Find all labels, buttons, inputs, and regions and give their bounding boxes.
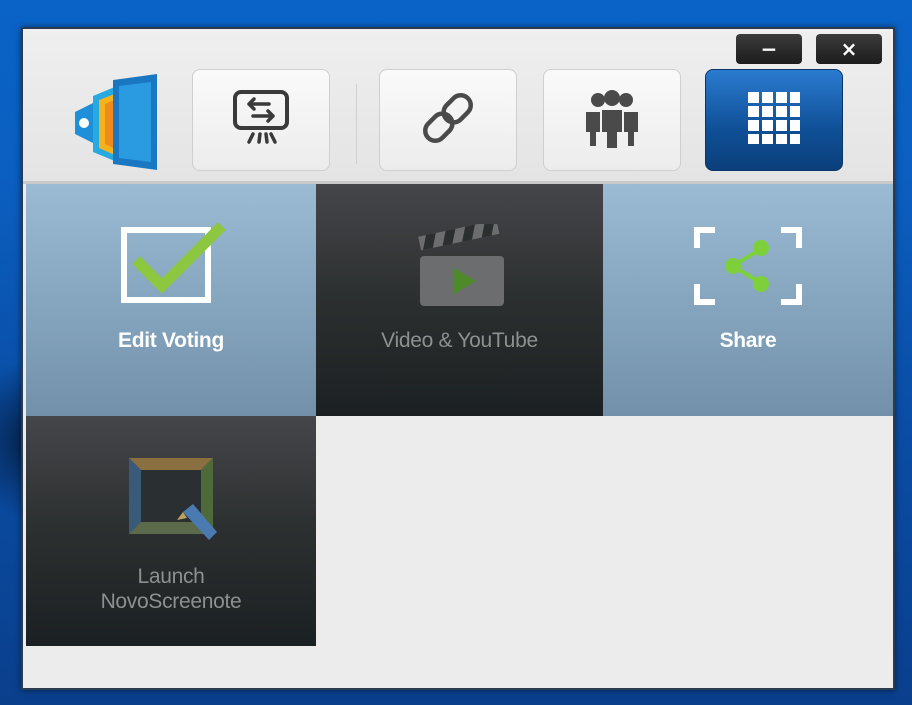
tile-share[interactable]: Share [603, 184, 893, 416]
tile-label: Edit Voting [118, 329, 224, 352]
tile-label-line1: Launch [137, 565, 205, 588]
tile-label: Launch NovoScreenote [26, 564, 316, 614]
link-icon [416, 86, 480, 154]
screenote-icon [121, 454, 221, 550]
users-button[interactable] [543, 69, 681, 171]
toolbar-separator [356, 84, 357, 164]
novo-logo-icon [65, 74, 161, 170]
checkbox-check-icon [116, 222, 226, 312]
tile-launch-novoscreenote[interactable]: Launch NovoScreenote [26, 416, 316, 646]
toolbar: − × [23, 29, 893, 184]
minimize-button[interactable]: − [736, 34, 802, 64]
close-button[interactable]: × [816, 34, 882, 64]
tile-label: Share [719, 329, 777, 352]
users-group-icon [580, 86, 644, 154]
tile-label: Video & YouTube [381, 329, 538, 352]
apps-button[interactable] [705, 69, 843, 171]
video-clapper-icon [412, 220, 508, 314]
tile-video-youtube[interactable]: Video & YouTube [316, 184, 603, 416]
link-button[interactable] [379, 69, 517, 171]
app-window: − × Edit Voting Video & YouTube Share La… [21, 27, 895, 690]
apps-grid-icon [748, 92, 800, 148]
screen-mirror-icon [229, 88, 293, 152]
screen-mirror-button[interactable] [192, 69, 330, 171]
tile-edit-voting[interactable]: Edit Voting [26, 184, 316, 416]
share-icon [693, 226, 803, 310]
tile-label-line2: NovoScreenote [100, 590, 242, 613]
